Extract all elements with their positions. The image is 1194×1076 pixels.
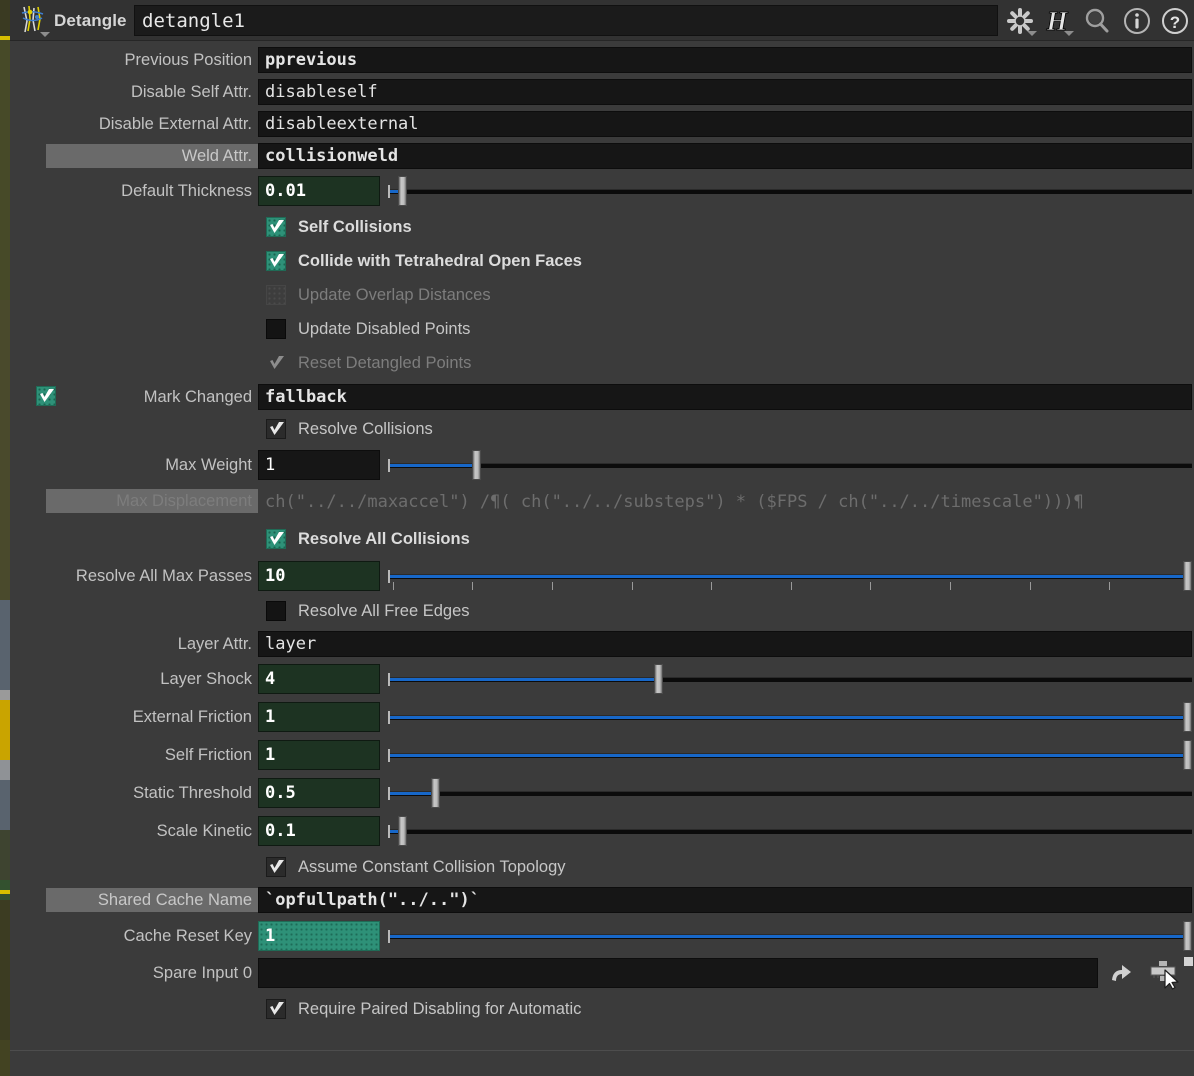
- reload-icon[interactable]: [1108, 962, 1136, 988]
- gear-icon[interactable]: [1003, 4, 1037, 38]
- input-disable-self-attr[interactable]: disableself: [258, 79, 1192, 105]
- node-icon-caret[interactable]: [40, 32, 50, 37]
- label-disable-external-attr: Disable External Attr.: [98, 115, 252, 133]
- label-shared-cache-name[interactable]: Shared Cache Name: [46, 888, 258, 912]
- label-require-paired-disabling: Require Paired Disabling for Automatic: [298, 1000, 582, 1018]
- label-cache-reset-key: Cache Reset Key: [123, 927, 252, 945]
- checkbox-require-paired-disabling[interactable]: [266, 999, 286, 1019]
- label-update-overlap-distances: Update Overlap Distances: [298, 286, 491, 304]
- label-default-thickness: Default Thickness: [121, 182, 252, 200]
- search-icon[interactable]: [1080, 4, 1114, 38]
- input-max-displacement[interactable]: ch("../../maxaccel") /¶( ch("../../subst…: [258, 489, 1192, 515]
- input-self-friction[interactable]: 1: [258, 740, 380, 770]
- input-layer-shock[interactable]: 4: [258, 664, 380, 694]
- slider-cache-reset-key[interactable]: [388, 921, 1193, 951]
- input-shared-cache-name[interactable]: `opfullpath("../..")`: [258, 887, 1192, 913]
- input-cache-reset-key[interactable]: 1: [258, 921, 380, 951]
- label-previous-position: Previous Position: [124, 51, 252, 69]
- label-assume-constant-topology: Assume Constant Collision Topology: [298, 858, 566, 876]
- slider-ticks: [388, 582, 1192, 590]
- label-resolve-all-free-edges: Resolve All Free Edges: [298, 602, 470, 620]
- label-self-friction: Self Friction: [164, 746, 252, 764]
- slider-scale-kinetic[interactable]: [388, 816, 1192, 846]
- checkbox-update-overlap-distances[interactable]: [266, 285, 286, 305]
- node-type-label: Detangle: [54, 11, 127, 30]
- label-weld-attr[interactable]: Weld Attr.: [46, 144, 258, 168]
- input-static-threshold[interactable]: 0.5: [258, 778, 380, 808]
- input-disable-external-attr[interactable]: disableexternal: [258, 111, 1192, 137]
- label-layer-shock: Layer Shock: [160, 670, 252, 688]
- slider-external-friction[interactable]: [388, 702, 1193, 732]
- checkbox-reset-detangled-points[interactable]: [266, 353, 286, 373]
- input-external-friction[interactable]: 1: [258, 702, 380, 732]
- input-previous-position[interactable]: pprevious: [258, 47, 1192, 73]
- info-icon[interactable]: [1120, 4, 1154, 38]
- scrollbar-corner[interactable]: [1184, 957, 1193, 966]
- gear-caret-icon[interactable]: [1027, 31, 1037, 36]
- input-spare-input-0[interactable]: [258, 958, 1098, 988]
- label-reset-detangled-points: Reset Detangled Points: [298, 354, 472, 372]
- checkbox-mark-changed[interactable]: [36, 386, 56, 406]
- input-default-thickness[interactable]: 0.01: [258, 176, 380, 206]
- help-icon[interactable]: ?: [1158, 4, 1192, 38]
- svg-text:?: ?: [1170, 13, 1180, 32]
- input-mark-changed[interactable]: fallback: [258, 384, 1192, 410]
- checkbox-update-disabled-points[interactable]: [266, 319, 286, 339]
- label-disable-self-attr: Disable Self Attr.: [130, 83, 252, 101]
- input-layer-attr[interactable]: layer: [258, 631, 1192, 657]
- panel-header: Detangle detangle1 H ?: [10, 0, 1194, 41]
- label-static-threshold: Static Threshold: [133, 784, 252, 802]
- slider-resolve-all-max-passes[interactable]: [388, 561, 1193, 591]
- label-max-weight: Max Weight: [165, 456, 252, 474]
- label-self-collisions: Self Collisions: [298, 218, 412, 236]
- checkbox-collide-tet-open-faces[interactable]: [266, 251, 286, 271]
- slider-default-thickness[interactable]: [388, 176, 1192, 206]
- slider-max-weight[interactable]: [388, 450, 1192, 480]
- checkbox-self-collisions[interactable]: [266, 217, 286, 237]
- node-name-input[interactable]: detangle1: [134, 5, 998, 36]
- slider-static-threshold[interactable]: [388, 778, 1192, 808]
- input-weld-attr[interactable]: collisionweld: [258, 143, 1192, 169]
- checkbox-assume-constant-topology[interactable]: [266, 857, 286, 877]
- label-mark-changed: Mark Changed: [143, 388, 252, 406]
- input-scale-kinetic[interactable]: 0.1: [258, 816, 380, 846]
- label-resolve-all-collisions: Resolve All Collisions: [298, 530, 470, 548]
- checkbox-resolve-all-free-edges[interactable]: [266, 601, 286, 621]
- label-resolve-all-max-passes: Resolve All Max Passes: [75, 567, 252, 585]
- detangle-node-icon: [14, 1, 52, 39]
- slider-layer-shock[interactable]: [388, 664, 1192, 694]
- houdini-h-caret-icon[interactable]: [1064, 31, 1074, 36]
- label-resolve-collisions: Resolve Collisions: [298, 420, 433, 438]
- input-max-weight[interactable]: 1: [258, 450, 380, 480]
- label-update-disabled-points: Update Disabled Points: [298, 320, 471, 338]
- background-window-sliver: [0, 0, 10, 1076]
- parameter-panel: Detangle detangle1 H ? Previous Position…: [10, 0, 1194, 1076]
- label-collide-tet-open-faces: Collide with Tetrahedral Open Faces: [298, 252, 582, 270]
- houdini-h-icon[interactable]: H: [1040, 4, 1074, 38]
- label-scale-kinetic: Scale Kinetic: [156, 822, 252, 840]
- label-layer-attr: Layer Attr.: [177, 635, 252, 653]
- bottom-divider: [10, 1050, 1194, 1051]
- checkbox-resolve-all-collisions[interactable]: [266, 529, 286, 549]
- label-max-displacement[interactable]: Max Displacement: [46, 489, 258, 513]
- label-external-friction: External Friction: [132, 708, 252, 726]
- op-chooser-icon[interactable]: [1148, 960, 1182, 990]
- input-resolve-all-max-passes[interactable]: 10: [258, 561, 380, 591]
- label-spare-input-0: Spare Input 0: [152, 964, 252, 982]
- checkbox-resolve-collisions[interactable]: [266, 419, 286, 439]
- slider-self-friction[interactable]: [388, 740, 1193, 770]
